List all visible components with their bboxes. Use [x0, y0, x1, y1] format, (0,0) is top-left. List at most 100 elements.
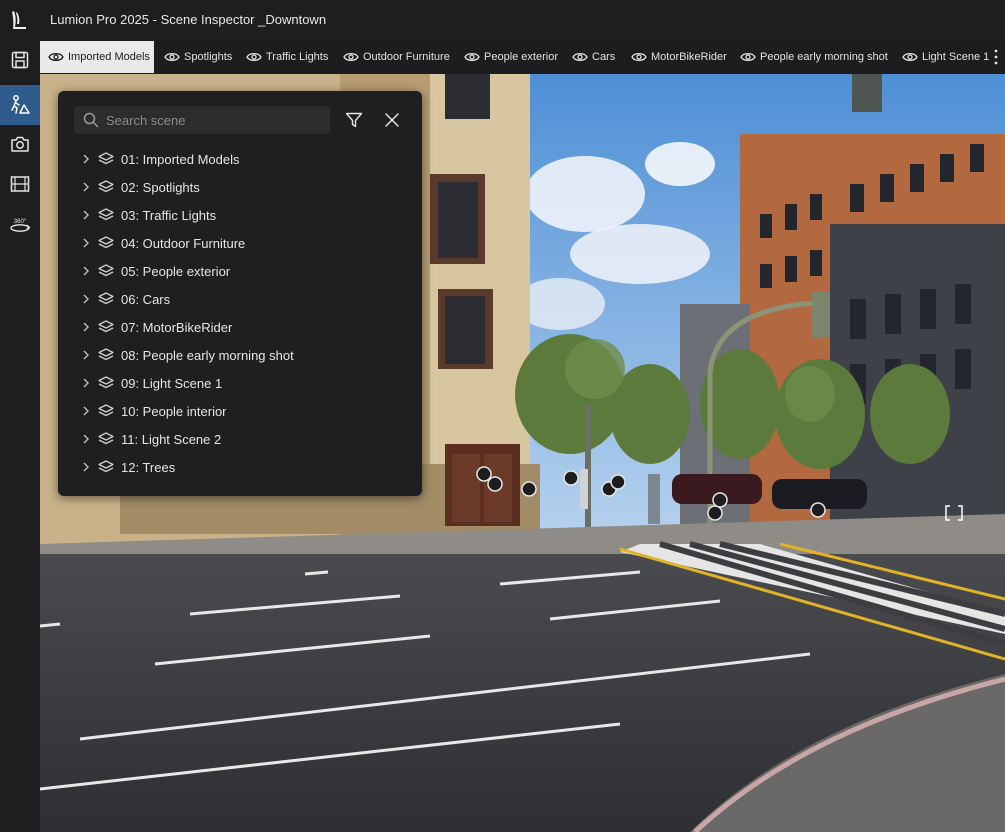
tab-label: Spotlights [184, 51, 233, 63]
chevron-right-icon[interactable] [82, 462, 96, 472]
eye-icon [740, 52, 756, 62]
layers-icon [98, 180, 116, 194]
chevron-right-icon[interactable] [82, 154, 96, 164]
filter-icon [345, 112, 363, 128]
tree-item-label: 06: Cars [121, 291, 171, 307]
movie-mode-button[interactable] [0, 164, 40, 204]
tree-item-light-scene-2[interactable]: 11: Light Scene 2 [78, 425, 408, 453]
tab-spotlights[interactable]: Spotlights [156, 41, 232, 73]
save-icon [11, 51, 29, 69]
close-button[interactable] [381, 109, 403, 131]
eye-icon [631, 52, 647, 62]
layers-icon [98, 292, 116, 306]
tree-item-label: 11: Light Scene 2 [121, 431, 222, 447]
tree-item-trees[interactable]: 12: Trees [78, 453, 408, 481]
camera-icon [11, 136, 29, 152]
panorama-360-icon: 360° [10, 219, 31, 232]
build-mode-button[interactable] [0, 85, 40, 125]
build-mode-icon [11, 95, 30, 114]
lumion-logo-icon [12, 11, 26, 29]
tree-item-label: 09: Light Scene 1 [121, 375, 223, 391]
chevron-right-icon[interactable] [82, 322, 96, 332]
layers-icon [98, 432, 116, 446]
tree-item-people-interior[interactable]: 10: People interior [78, 397, 408, 425]
tab-label: MotorBikeRider [651, 51, 727, 63]
window-title: Lumion Pro 2025 - Scene Inspector _Downt… [50, 12, 327, 27]
tab-cars[interactable]: Cars [564, 41, 615, 73]
chevron-right-icon[interactable] [82, 238, 96, 248]
tree-item-light-scene-1[interactable]: 09: Light Scene 1 [78, 369, 408, 397]
tab-people-early-morning-shot[interactable]: People early morning shot [732, 41, 888, 73]
tab-label: Imported Models [68, 51, 150, 63]
layers-icon [98, 152, 116, 166]
tree-item-label: 12: Trees [121, 459, 176, 475]
layers-icon [98, 320, 116, 334]
search-box [74, 106, 330, 134]
photo-mode-button[interactable] [0, 124, 40, 164]
eye-icon [464, 52, 480, 62]
eye-icon [343, 52, 359, 62]
filter-button[interactable] [343, 109, 365, 131]
layers-icon [98, 236, 116, 250]
tab-label: Light Scene 1 [922, 51, 990, 63]
tree-item-label: 02: Spotlights [121, 179, 200, 195]
tree-item-label: 08: People early morning shot [121, 347, 294, 363]
chevron-right-icon[interactable] [82, 406, 96, 416]
tree-item-motorbikerider[interactable]: 07: MotorBikeRider [78, 313, 408, 341]
save-button[interactable] [0, 40, 40, 80]
chevron-right-icon[interactable] [82, 182, 96, 192]
scene-inspector-panel: 01: Imported Models 02: Spotlights 03: T… [58, 91, 422, 496]
layers-icon [98, 376, 116, 390]
tab-label: Cars [592, 51, 616, 63]
chevron-right-icon[interactable] [82, 434, 96, 444]
search-input[interactable] [106, 106, 326, 134]
eye-icon [164, 52, 180, 62]
tab-motorbikerider[interactable]: MotorBikeRider [623, 41, 727, 73]
layers-icon [98, 264, 116, 278]
tree-item-label: 03: Traffic Lights [121, 207, 217, 223]
search-icon [83, 112, 99, 128]
tree-item-people-early-morning-shot[interactable]: 08: People early morning shot [78, 341, 408, 369]
tab-light-scene-1[interactable]: Light Scene 1 [894, 41, 989, 73]
chevron-right-icon[interactable] [82, 210, 96, 220]
tab-label: Outdoor Furniture [363, 51, 450, 63]
tab-imported-models[interactable]: Imported Models [40, 41, 154, 73]
tab-people-exterior[interactable]: People exterior [456, 41, 558, 73]
tab-label: Traffic Lights [266, 51, 329, 63]
layers-icon [98, 348, 116, 362]
tree-item-label: 05: People exterior [121, 263, 231, 279]
layers-icon [98, 460, 116, 474]
eye-icon [246, 52, 262, 62]
tree-item-outdoor-furniture[interactable]: 04: Outdoor Furniture [78, 229, 408, 257]
tree-item-label: 04: Outdoor Furniture [121, 235, 246, 251]
more-tabs-icon[interactable] [993, 48, 999, 66]
close-icon [385, 113, 399, 127]
tab-outdoor-furniture[interactable]: Outdoor Furniture [335, 41, 450, 73]
layers-icon [98, 208, 116, 222]
film-icon [10, 176, 30, 192]
scene-tree: 01: Imported Models 02: Spotlights 03: T… [78, 145, 408, 481]
chevron-right-icon[interactable] [82, 350, 96, 360]
title-bar: Lumion Pro 2025 - Scene Inspector _Downt… [0, 0, 1005, 40]
tree-item-label: 01: Imported Models [121, 151, 240, 167]
tab-label: People early morning shot [760, 51, 888, 63]
tab-traffic-lights[interactable]: Traffic Lights [238, 41, 328, 73]
chevron-right-icon[interactable] [82, 266, 96, 276]
tree-item-people-exterior[interactable]: 05: People exterior [78, 257, 408, 285]
eye-icon [902, 52, 918, 62]
tree-item-imported-models[interactable]: 01: Imported Models [78, 145, 408, 173]
eye-icon [48, 52, 64, 62]
tree-item-spotlights[interactable]: 02: Spotlights [78, 173, 408, 201]
tree-item-label: 07: MotorBikeRider [121, 319, 233, 335]
panorama-label: 360° [14, 219, 27, 225]
layers-icon [98, 404, 116, 418]
panorama-mode-button[interactable]: 360° [0, 205, 40, 245]
tree-item-traffic-lights[interactable]: 03: Traffic Lights [78, 201, 408, 229]
layer-tab-strip: Imported Models Spotlights Traffic Light… [40, 40, 1005, 74]
chevron-right-icon[interactable] [82, 378, 96, 388]
tab-label: People exterior [484, 51, 558, 63]
left-toolbar: 360° [0, 40, 40, 832]
tree-item-cars[interactable]: 06: Cars [78, 285, 408, 313]
tree-item-label: 10: People interior [121, 403, 227, 419]
chevron-right-icon[interactable] [82, 294, 96, 304]
